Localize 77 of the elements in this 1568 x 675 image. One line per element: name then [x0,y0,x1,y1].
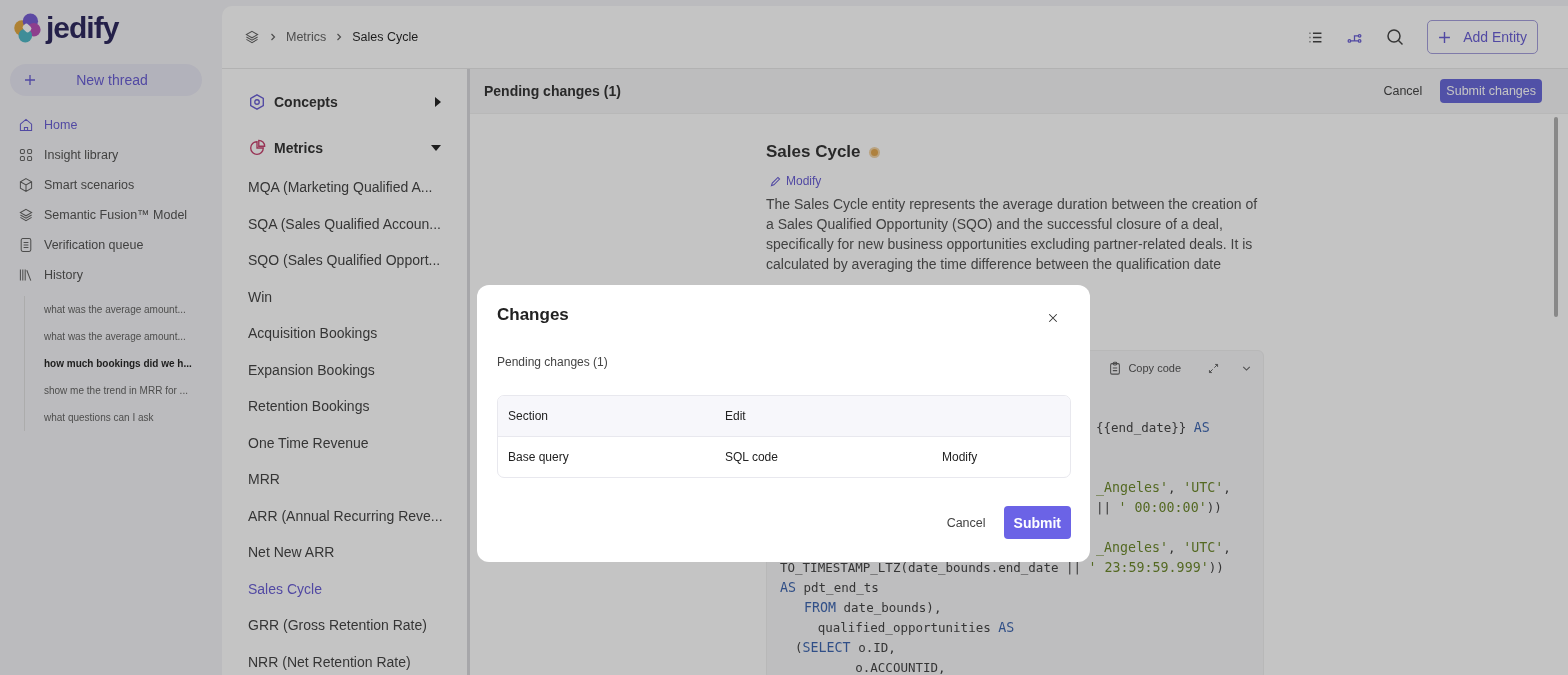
dialog-title: Changes [497,305,569,325]
code-line: _Angeles', 'UTC', [1096,539,1231,558]
search-icon[interactable] [1385,27,1406,47]
recent-thread-link[interactable]: how much bookings did we h... [44,350,199,377]
code-line: TO_TIMESTAMP_LTZ(date_bounds.end_date || ' 23:59:59.999')) [780,559,1225,577]
grid-icon [18,147,34,163]
metric-item[interactable]: Acquisition Bookings [248,325,467,362]
code-line: (SELECT o.ID, [794,639,897,657]
pie-chart-icon [248,139,266,157]
plus-icon [1438,30,1452,44]
home-icon [18,117,34,133]
clipboard-icon [1108,361,1123,375]
nav-item[interactable]: Semantic Fusion™ Model [10,200,212,230]
code-line: o.ACCOUNTID, [854,659,947,675]
metric-item[interactable]: ARR (Annual Recurring Reve... [248,507,467,544]
breadcrumb-item[interactable]: Metrics [286,30,327,44]
metric-item[interactable]: MQA (Marketing Qualified A... [248,179,467,216]
table-cell-text: Base query [507,450,570,464]
code-line: FROM date_bounds), [803,599,943,617]
metric-item[interactable]: NRR (Net Retention Rate) [248,653,467,675]
layers-icon [18,207,34,223]
breadcrumb-item: Sales Cycle [352,30,419,44]
books-icon [18,267,34,283]
table-cell-text: SQL code [724,450,779,464]
code-line: AS pdt_end_ts [780,579,880,597]
copy-code-button[interactable]: Copy code [1102,360,1187,376]
nav-item[interactable]: History [10,260,212,290]
code-line: qualified_opportunities AS [816,619,1016,637]
metric-item[interactable]: Expansion Bookings [248,361,467,398]
close-icon[interactable] [1047,312,1059,324]
cube-icon [18,177,34,193]
nav-item[interactable]: Verification queue [10,230,212,260]
metric-item[interactable]: Net New ARR [248,544,467,581]
table-cell-text: Modify [941,450,978,464]
recent-thread-link[interactable]: what questions can I ask [44,404,199,431]
recent-thread-link[interactable]: what was the average amount... [44,323,199,350]
nav-item[interactable]: Smart scenarios [10,170,212,200]
code-line: || ' 00:00:00')) [1096,499,1222,517]
metric-item[interactable]: GRR (Gross Retention Rate) [248,617,467,654]
cancel-button[interactable]: Cancel [940,514,992,531]
document-icon [18,237,34,253]
chevron-right-icon [270,33,276,41]
nav-item[interactable]: Home [10,110,212,140]
column-header: Edit [724,409,747,423]
submit-button[interactable]: Submit [1003,506,1071,539]
brand-name: jedify [46,11,119,45]
plus-icon [24,74,36,86]
metric-item[interactable]: Win [248,288,467,325]
pending-title: Pending changes (1) [484,83,621,99]
submit-changes-button[interactable]: Submit changes [1440,79,1542,103]
chevron-right-icon [336,33,343,41]
code-line: _Angeles', 'UTC', [1096,479,1231,498]
pencil-icon [769,174,782,188]
code-line: {{end_date}} AS [1096,419,1210,437]
layers-icon[interactable] [244,29,260,45]
metric-item[interactable]: One Time Revenue [248,434,467,471]
expand-icon[interactable] [1207,361,1220,375]
section-header[interactable]: Metrics [248,133,467,163]
column-header: Section [507,409,550,423]
modify-link[interactable]: Modify [766,174,822,188]
add-entity-button[interactable]: Add Entity [1427,20,1538,54]
nav-item[interactable]: Insight library [10,140,212,170]
entity-description: The Sales Cycle entity represents the average duration between the creation of a Sales Qualified Opportunity (SQO) and the successful closure of a deal, specifically for new business opportunities excluding partner-related deals. It is calculated by averaging the time difference between the qualification date [766,195,1259,274]
recent-thread-link[interactable]: what was the average amount... [44,296,199,323]
recent-thread-link[interactable]: show me the trend in MRR for ... [44,377,199,404]
metric-item[interactable]: Retention Bookings [248,398,467,435]
metric-item[interactable]: MRR [248,471,467,508]
hexagon-icon [248,93,266,111]
cancel-button[interactable]: Cancel [1377,83,1429,99]
status-dot [870,148,878,156]
entity-title: Sales Cycle [766,142,861,162]
metric-item[interactable]: SQA (Sales Qualified Accoun... [248,215,467,252]
metric-item[interactable]: Sales Cycle [248,580,467,617]
metric-item[interactable]: SQO (Sales Qualified Opport... [248,252,467,289]
new-thread-button[interactable]: New thread [10,64,202,96]
section-header[interactable]: Concepts [248,87,467,117]
dialog-subtitle: Pending changes (1) [497,355,609,369]
